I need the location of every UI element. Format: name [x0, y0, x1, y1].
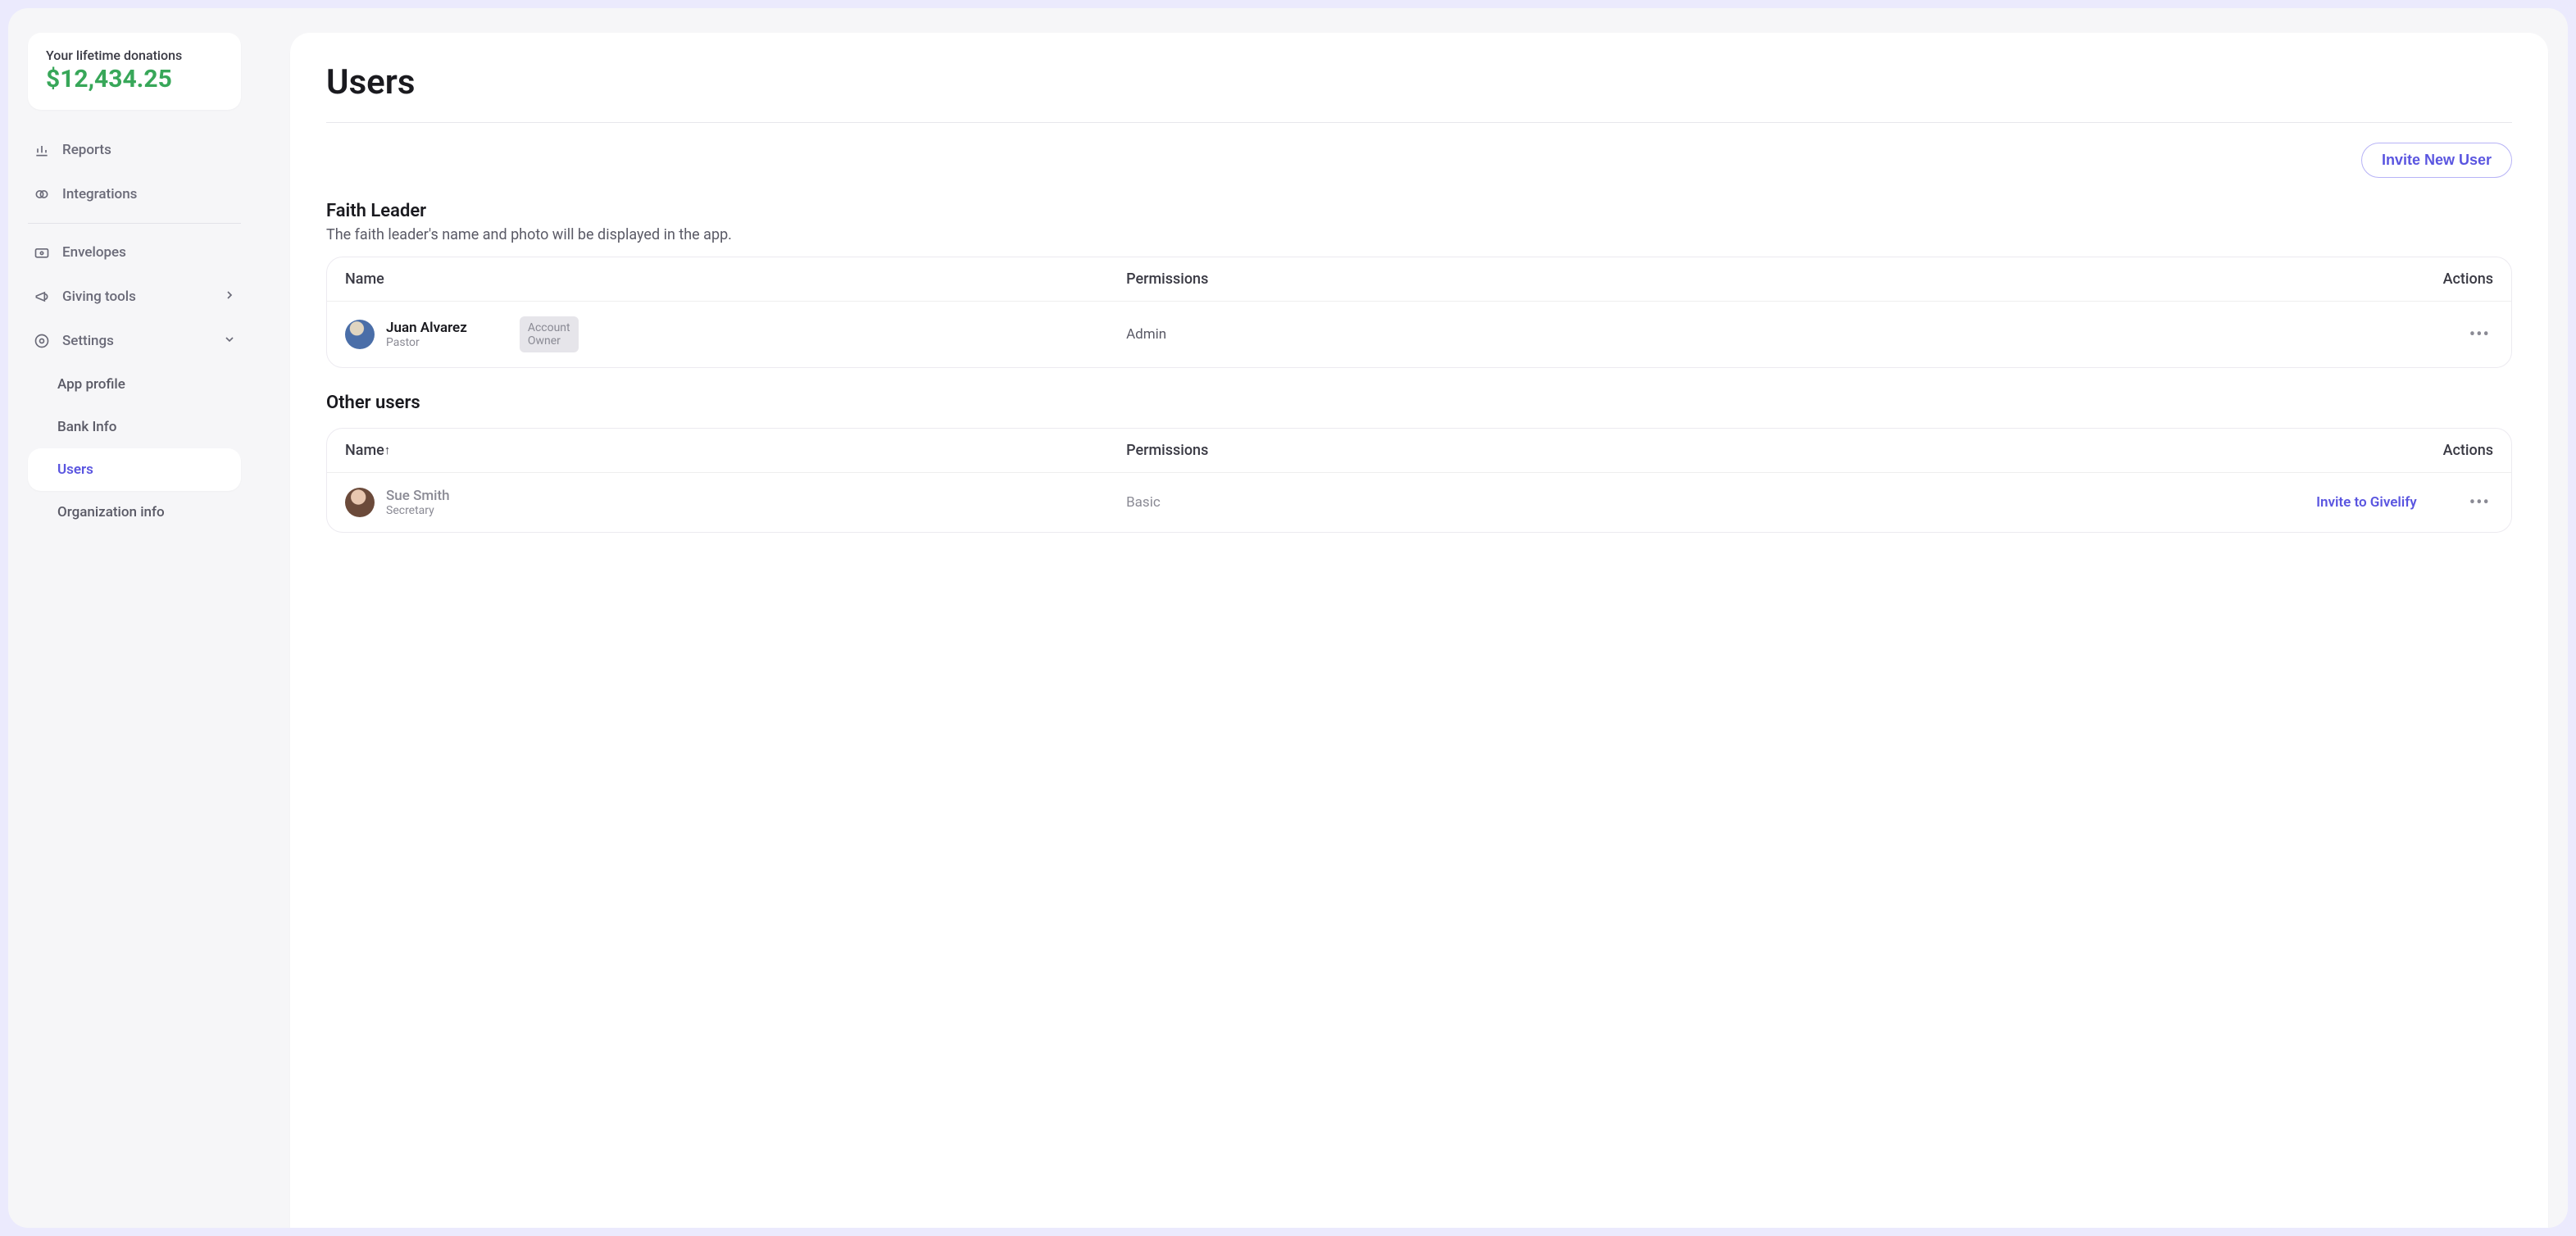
envelope-icon [33, 243, 51, 261]
lifetime-donations-card: Your lifetime donations $12,434.25 [28, 33, 241, 110]
sidebar-item-settings[interactable]: Settings [28, 319, 241, 363]
permission-value: Admin [1126, 326, 2038, 343]
faith-leader-table: Name Permissions Actions Juan Alvarez Pa… [326, 257, 2512, 368]
megaphone-icon [33, 288, 51, 306]
col-name-sortable[interactable]: Name↑ [345, 442, 1126, 459]
user-cell: Sue Smith Secretary [345, 488, 1126, 517]
invite-new-user-button[interactable]: Invite New User [2361, 143, 2512, 178]
sidebar-divider [28, 223, 241, 224]
lifetime-donations-amount: $12,434.25 [46, 65, 223, 93]
sidebar-item-giving-tools[interactable]: Giving tools [28, 275, 241, 319]
faith-leader-description: The faith leader's name and photo will b… [326, 226, 2512, 243]
app-shell: Your lifetime donations $12,434.25 Repor… [8, 8, 2568, 1228]
sidebar-item-integrations[interactable]: Integrations [28, 172, 241, 216]
user-role: Pastor [386, 336, 467, 349]
user-cell: Juan Alvarez Pastor Account Owner [345, 316, 1126, 352]
divider [326, 122, 2512, 123]
table-header: Name Permissions Actions [327, 257, 2511, 302]
sidebar-item-label: Integrations [62, 186, 137, 202]
user-name: Juan Alvarez [386, 320, 467, 336]
avatar [345, 320, 375, 349]
col-permissions: Permissions [1126, 270, 2038, 288]
sidebar-subitem-app-profile[interactable]: App profile [28, 363, 241, 406]
sidebar-subitem-org-info[interactable]: Organization info [28, 491, 241, 534]
col-actions: Actions [2038, 442, 2493, 459]
link-icon [33, 185, 51, 203]
main-panel: Users Invite New User Faith Leader The f… [290, 33, 2548, 1228]
col-permissions: Permissions [1126, 442, 2038, 459]
sidebar-item-label: Envelopes [62, 244, 126, 261]
faith-leader-heading: Faith Leader [326, 201, 2512, 221]
sidebar-subitem-bank-info[interactable]: Bank Info [28, 406, 241, 448]
other-users-heading: Other users [326, 393, 2512, 413]
user-role: Secretary [386, 504, 450, 517]
sidebar-item-reports[interactable]: Reports [28, 128, 241, 172]
bar-chart-icon [33, 141, 51, 159]
user-name: Sue Smith [386, 488, 450, 504]
chevron-down-icon [223, 333, 236, 350]
top-actions: Invite New User [326, 143, 2512, 178]
invite-to-givelify-link[interactable]: Invite to Givelify [2316, 494, 2417, 511]
col-actions: Actions [2038, 270, 2493, 288]
table-row: Sue Smith Secretary Basic Invite to Give… [327, 473, 2511, 532]
other-users-table: Name↑ Permissions Actions Sue Smith Secr… [326, 428, 2512, 533]
sidebar: Your lifetime donations $12,434.25 Repor… [28, 33, 241, 1228]
sidebar-item-label: Giving tools [62, 289, 136, 305]
lifetime-donations-label: Your lifetime donations [46, 48, 223, 63]
row-actions: Invite to Givelify ••• [2038, 493, 2493, 513]
sidebar-item-label: Settings [62, 333, 114, 349]
table-row: Juan Alvarez Pastor Account Owner Admin … [327, 302, 2511, 367]
sidebar-item-envelopes[interactable]: Envelopes [28, 230, 241, 275]
account-owner-badge: Account Owner [520, 316, 579, 352]
chevron-right-icon [223, 289, 236, 306]
more-actions-button[interactable]: ••• [2466, 325, 2493, 345]
page-title: Users [326, 62, 2512, 102]
permission-value: Basic [1126, 494, 2038, 511]
sidebar-subitem-users[interactable]: Users [28, 448, 241, 491]
gear-icon [33, 332, 51, 350]
more-actions-button[interactable]: ••• [2466, 493, 2493, 513]
table-header: Name↑ Permissions Actions [327, 429, 2511, 473]
avatar [345, 488, 375, 517]
sidebar-item-label: Reports [62, 142, 111, 158]
row-actions: ••• [2038, 325, 2493, 345]
sort-ascending-icon: ↑ [384, 443, 391, 457]
col-name: Name [345, 270, 1126, 288]
